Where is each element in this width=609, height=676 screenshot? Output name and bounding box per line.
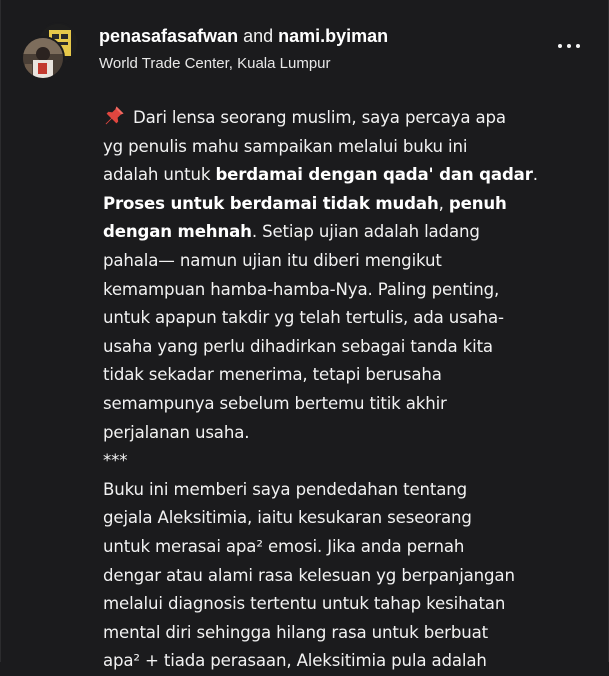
caption-line: gejala Aleksitimia, iaitu kesukaran sese…	[103, 508, 472, 528]
caption-line: Proses untuk berdamai tidak mudah, penuh	[103, 190, 595, 219]
caption-separator: ***	[103, 451, 128, 471]
pushpin-icon	[103, 105, 125, 127]
more-options-icon-dot	[576, 44, 580, 48]
post-caption: Dari lensa seorang muslim, saya percaya …	[103, 104, 595, 676]
caption-line: melalui diagnosis tertentu untuk tahap k…	[103, 594, 506, 614]
collab-avatars[interactable]	[21, 22, 79, 80]
caption-bold-text: Proses untuk berdamai tidak mudah	[103, 193, 439, 213]
caption-line: Buku ini memberi saya pendedahan tentang	[103, 479, 468, 499]
caption-line: Dari lensa seorang muslim, saya percaya …	[103, 104, 595, 133]
caption-text: . Setiap ujian adalah ladang	[251, 222, 480, 242]
caption-line: untuk apapun takdir yg telah tertulis, a…	[103, 308, 504, 328]
caption-line: kemampuan hamba-hamba-Nya. Paling pentin…	[103, 279, 500, 299]
caption-bold-text: penuh	[448, 193, 507, 213]
post-detail: penasafasafwan and nami.byiman World Tra…	[0, 0, 609, 670]
caption-line: tidak sekadar menerima, tetapi berusaha	[103, 365, 442, 385]
caption-line: dengar atau alami rasa kelesuan yg berpa…	[103, 565, 515, 585]
more-options-icon-dot	[567, 44, 571, 48]
more-options-icon	[558, 44, 562, 48]
post-header: penasafasafwan and nami.byiman World Tra…	[1, 0, 608, 90]
author-link-nami-byiman[interactable]: nami.byiman	[278, 26, 388, 46]
avatar-penasafasafwan[interactable]	[21, 36, 65, 80]
author-conjunction: and	[243, 26, 274, 46]
more-options-button[interactable]	[549, 32, 589, 60]
caption-line: pahala— namun ujian itu diberi mengikut	[103, 250, 442, 270]
caption-line: yg penulis mahu sampaikan melalui buku i…	[103, 136, 468, 156]
caption-text: Dari lensa seorang muslim, saya percaya …	[133, 108, 506, 127]
caption-bold-text: dengan mehnah	[103, 222, 252, 242]
caption-bold-text: berdamai dengan qada' dan qadar	[215, 165, 533, 185]
author-link-penasafasafwan[interactable]: penasafasafwan	[99, 26, 238, 46]
caption-text: adalah untuk	[103, 165, 216, 185]
caption-line: untuk merasai apa² emosi. Jika anda pern…	[103, 536, 465, 556]
caption-line: semampunya sebelum bertemu titik akhir	[103, 393, 447, 413]
caption-text: .	[532, 165, 538, 185]
caption-text: ,	[438, 193, 449, 213]
caption-line: dengan mehnah. Setiap ujian adalah ladan…	[103, 218, 595, 247]
post-authors: penasafasafwan and nami.byiman	[99, 24, 388, 48]
caption-line: mental diri sehingga hilang rasa untuk b…	[103, 622, 488, 642]
caption-line: adalah untuk berdamai dengan qada' dan q…	[103, 161, 595, 190]
caption-line: usaha yang perlu dihadirkan sebagai tand…	[103, 336, 493, 356]
caption-line: perjalanan usaha.	[103, 422, 250, 442]
location-link[interactable]: World Trade Center, Kuala Lumpur	[99, 54, 331, 74]
